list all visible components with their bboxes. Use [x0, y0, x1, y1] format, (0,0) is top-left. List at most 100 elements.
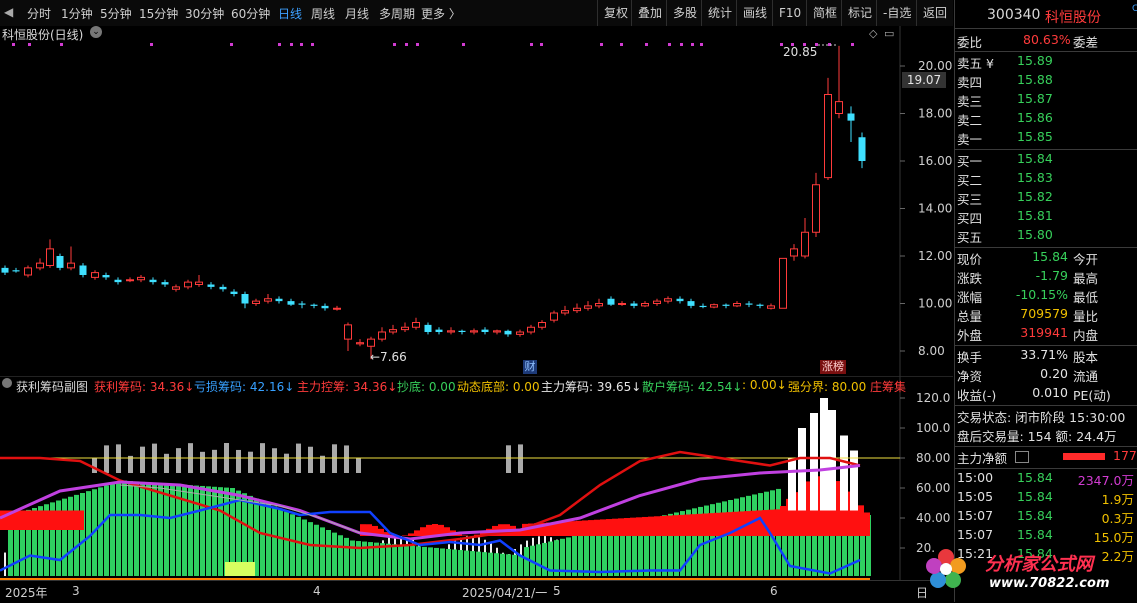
stock-name[interactable]: 科恒股份	[1045, 7, 1101, 27]
high-annotation: 20.85	[783, 45, 817, 59]
ind-green-bar	[296, 517, 301, 576]
kline-chart[interactable]: 20.0018.0016.0014.0012.0010.008.00	[0, 26, 953, 376]
ind-green-bar	[542, 543, 547, 576]
info-icon[interactable]: C	[1132, 4, 1137, 14]
finance-event-badge[interactable]: 财	[523, 360, 537, 374]
net-toggle-icon[interactable]	[1015, 451, 1029, 463]
tab-month[interactable]: 月线	[345, 5, 369, 22]
ind-white-tall-bar	[840, 436, 848, 511]
simple-frame-button[interactable]: 简框	[806, 0, 843, 26]
tab-multi[interactable]: 多周期	[379, 5, 415, 22]
back-button[interactable]: 返回	[916, 0, 953, 26]
tab-day[interactable]: 日线	[278, 5, 302, 22]
ind-red-block	[606, 519, 612, 536]
candle-body	[482, 330, 489, 332]
buy-price: 15.83	[1017, 170, 1053, 185]
ind-red-block	[654, 516, 660, 536]
candle-body	[471, 331, 478, 332]
ind-green-bar	[446, 549, 451, 576]
quote-label: 涨跌	[957, 268, 982, 287]
tab-5min[interactable]: 5分钟	[100, 5, 132, 22]
stats-button[interactable]: 统计	[701, 0, 738, 26]
candle-body	[413, 323, 420, 328]
ind-red-block	[66, 511, 72, 531]
ind-white-tall-bar	[810, 413, 818, 511]
tick-price: 15.84	[1017, 489, 1053, 504]
tab-minute[interactable]: 分时	[27, 5, 51, 22]
ind-green-bar	[398, 545, 403, 576]
order-sell-row: 卖三15.87	[955, 91, 1137, 110]
ind-red-block	[720, 512, 726, 536]
indicator-legend-item: 动态底部: 0.00	[457, 378, 540, 395]
buy-level-label: 买四	[957, 208, 982, 227]
tab-week[interactable]: 周线	[311, 5, 335, 22]
ind-red-block	[756, 510, 762, 536]
tab-30min[interactable]: 30分钟	[185, 5, 224, 22]
order-sell-row: 卖五 ¥15.89	[955, 53, 1137, 72]
ind-grey-bar	[344, 445, 349, 473]
ind-grey-bar	[200, 452, 205, 473]
date-axis: 2025年342025/04/21/一56日	[0, 580, 953, 603]
f10-button[interactable]: F10	[772, 0, 807, 26]
stats-right-label: 流通	[1073, 366, 1098, 385]
indicator-legend-item: 散户筹码: 42.54↓	[642, 378, 742, 395]
tick-price: 15.84	[1017, 508, 1053, 523]
ind-red-block	[36, 511, 42, 531]
multi-stock-button[interactable]: 多股	[666, 0, 703, 26]
tab-60min[interactable]: 60分钟	[231, 5, 270, 22]
candle-body	[379, 332, 386, 339]
mark-button[interactable]: 标记	[841, 0, 878, 26]
diamond-icon[interactable]: ◇	[869, 27, 877, 40]
indicator-legend-item: 获利筹码: 34.36↓	[94, 378, 194, 395]
ind-green-bar	[494, 553, 499, 576]
tick-time: 15:05	[957, 489, 993, 504]
tick-time: 15:07	[957, 508, 993, 523]
low-annotation: ←7.66	[370, 350, 407, 364]
tick-price: 15.84	[1017, 470, 1053, 485]
menu-arrow-icon[interactable]: ◀	[4, 5, 13, 19]
fuquan-button[interactable]: 复权	[597, 0, 634, 26]
candle-body	[13, 270, 20, 271]
tab-15min[interactable]: 15分钟	[139, 5, 178, 22]
ind-green-bar	[734, 499, 739, 576]
candle-body	[138, 277, 145, 279]
sell-price: 15.86	[1017, 110, 1053, 125]
expand-icon[interactable]: ▭	[884, 27, 894, 40]
draw-line-button[interactable]: 画线	[736, 0, 773, 26]
indicator-settings-icon[interactable]	[2, 378, 12, 388]
tab-1min[interactable]: 1分钟	[61, 5, 93, 22]
chevron-down-icon[interactable]: ⌄	[90, 26, 102, 38]
separator	[955, 345, 1137, 346]
bottom-highlight	[225, 562, 255, 576]
ind-red-block	[660, 516, 666, 536]
ind-green-bar	[326, 530, 331, 576]
candle-body	[2, 268, 9, 273]
tab-more[interactable]: 更多 〉	[421, 5, 461, 22]
ind-red-block	[408, 533, 414, 536]
ind-green-bar	[62, 499, 67, 576]
ind-white-tall-bar	[788, 458, 796, 511]
signal-dot	[150, 43, 153, 46]
ind-grey-bar	[236, 450, 241, 473]
ind-green-bar	[74, 495, 79, 576]
ind-white-tall-bar	[850, 451, 858, 511]
candle-body	[208, 285, 215, 287]
stats-row: 净资0.20流通	[955, 366, 1137, 385]
buy-price: 15.80	[1017, 227, 1053, 242]
candle-body	[859, 137, 866, 161]
signal-dot	[290, 43, 293, 46]
sell-price: 15.88	[1017, 72, 1053, 87]
weibi-label: 委比	[957, 32, 982, 51]
ind-green-bar	[308, 522, 313, 576]
limit-up-list-badge[interactable]: 涨榜	[820, 360, 846, 374]
overlay-button[interactable]: 叠加	[631, 0, 668, 26]
indicator-legend-item: 主力控筹: 34.36↓	[297, 378, 397, 395]
watchlist-button[interactable]: -自选	[876, 0, 917, 26]
ind-green-bar	[188, 485, 193, 576]
chip-indicator-chart[interactable]: 120.0100.080.0060.0040.0020.	[0, 376, 953, 580]
candle-body	[162, 282, 169, 284]
ind-green-bar	[518, 555, 523, 576]
ind-red-block	[624, 518, 630, 536]
signal-dot	[393, 43, 396, 46]
candle-body	[425, 325, 432, 332]
